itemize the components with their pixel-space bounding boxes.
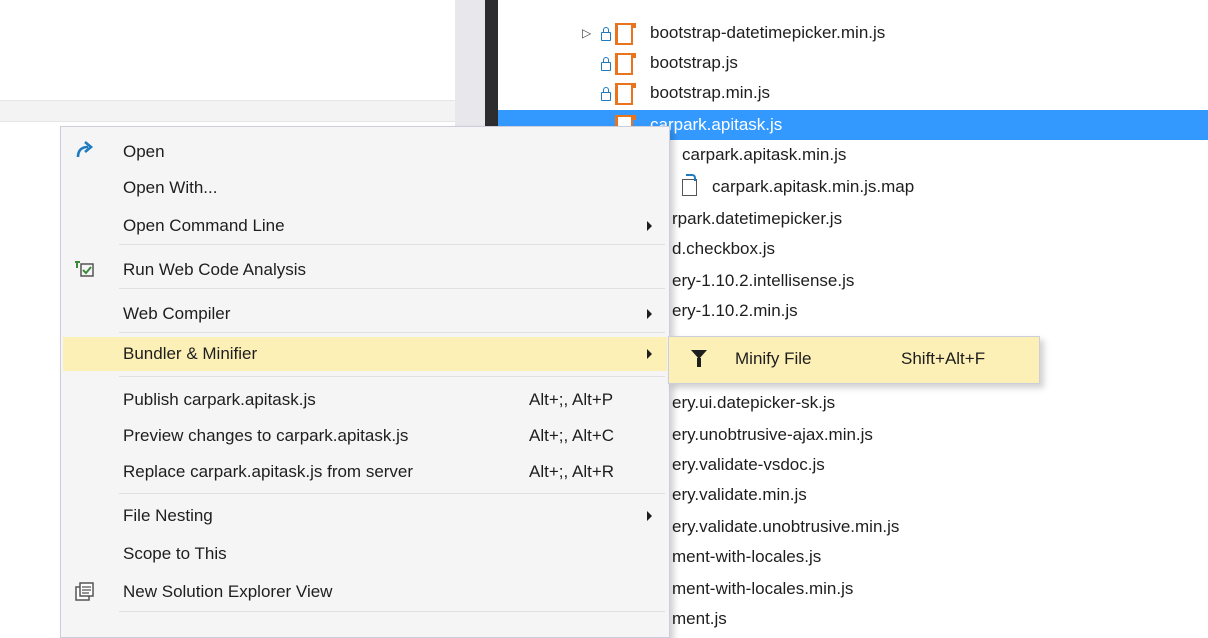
menu-item-open[interactable]: Open xyxy=(63,135,667,169)
code-analysis-icon xyxy=(75,261,94,277)
menu-separator xyxy=(119,493,665,494)
open-arrow-icon xyxy=(76,141,94,158)
tree-item-label: ery.validate.unobtrusive.min.js xyxy=(672,517,900,536)
menu-item-label: Run Web Code Analysis xyxy=(123,260,307,279)
js-file-icon xyxy=(615,23,636,45)
left-pane xyxy=(0,0,466,100)
menu-item-open-with[interactable]: Open With... xyxy=(63,171,667,205)
menu-item-shortcut: Alt+;, Alt+C xyxy=(529,426,615,445)
submenu-item-shortcut: Shift+Alt+F xyxy=(901,349,986,368)
tree-item-label: ery.ui.datepicker-sk.js xyxy=(672,393,836,412)
menu-separator xyxy=(119,376,665,377)
menu-item-preview-changes[interactable]: Preview changes to carpark.apitask.js Al… xyxy=(63,419,667,453)
tree-item-label: ment-with-locales.js xyxy=(672,547,822,566)
js-file-icon xyxy=(615,53,636,75)
menu-item-new-solution-explorer-view[interactable]: New Solution Explorer View xyxy=(63,575,667,609)
expand-triangle-icon[interactable]: ▷ xyxy=(582,18,591,48)
context-menu: Open Open With... Open Command Line Run … xyxy=(60,126,670,638)
tree-item[interactable]: ▷ bootstrap-datetimepicker.min.js xyxy=(498,18,1208,48)
menu-separator xyxy=(119,611,665,612)
menu-item-label: Open xyxy=(123,142,165,161)
menu-item-label: New Solution Explorer View xyxy=(123,582,333,601)
menu-item-label: Bundler & Minifier xyxy=(123,344,258,363)
tree-item-label: d.checkbox.js xyxy=(672,239,775,258)
menu-item-label: Scope to This xyxy=(123,544,227,563)
menu-item-web-compiler[interactable]: Web Compiler xyxy=(63,297,667,331)
menu-item-run-web-code-analysis[interactable]: Run Web Code Analysis xyxy=(63,253,667,287)
new-explorer-view-icon xyxy=(75,582,94,601)
tree-item-label: rpark.datetimepicker.js xyxy=(672,209,843,228)
menu-item-shortcut: Alt+;, Alt+P xyxy=(529,390,614,409)
menu-item-label: File Nesting xyxy=(123,506,213,525)
bundler-minifier-submenu: Minify File Shift+Alt+F xyxy=(668,336,1040,384)
menu-item-label: Open With... xyxy=(123,178,218,197)
menu-separator xyxy=(119,244,665,245)
menu-item-file-nesting[interactable]: File Nesting xyxy=(63,499,667,533)
tree-item-label: bootstrap-datetimepicker.min.js xyxy=(650,23,886,42)
menu-item-label: Open Command Line xyxy=(123,216,285,235)
menu-item-label: Preview changes to carpark.apitask.js xyxy=(123,426,409,445)
menu-item-bundler-minifier[interactable]: Bundler & Minifier xyxy=(63,337,667,371)
menu-item-label: Replace carpark.apitask.js from server xyxy=(123,462,414,481)
submenu-arrow-icon xyxy=(647,309,652,319)
tree-item-label: ment-with-locales.min.js xyxy=(672,579,854,598)
tree-item-label: ery.validate.min.js xyxy=(672,485,807,504)
menu-separator xyxy=(119,288,665,289)
menu-separator xyxy=(119,332,665,333)
tree-item-label: ment.js xyxy=(672,609,727,628)
tree-item-label: bootstrap.js xyxy=(650,53,738,72)
funnel-icon xyxy=(691,350,707,367)
tree-item-label: ery.unobtrusive-ajax.min.js xyxy=(672,425,873,444)
menu-item-publish[interactable]: Publish carpark.apitask.js Alt+;, Alt+P xyxy=(63,383,667,417)
lock-icon xyxy=(601,27,611,41)
tree-item-label: bootstrap.min.js xyxy=(650,83,770,102)
tree-item-label: carpark.apitask.min.js xyxy=(682,145,847,164)
menu-item-label: Web Compiler xyxy=(123,304,231,323)
submenu-arrow-icon xyxy=(647,511,652,521)
menu-item-replace-from-server[interactable]: Replace carpark.apitask.js from server A… xyxy=(63,455,667,489)
tree-item-label: carpark.apitask.min.js.map xyxy=(712,177,915,196)
menu-item-shortcut: Alt+;, Alt+R xyxy=(529,462,615,481)
tree-item[interactable]: bootstrap.min.js xyxy=(498,78,1208,108)
menu-item-label: Publish carpark.apitask.js xyxy=(123,390,316,409)
submenu-arrow-icon xyxy=(647,221,652,231)
tree-item-label: ery.validate-vsdoc.js xyxy=(672,455,825,474)
menu-item-scope-to-this[interactable]: Scope to This xyxy=(63,537,667,571)
tree-item-label: ery-1.10.2.min.js xyxy=(672,301,798,320)
map-file-icon xyxy=(682,174,697,196)
lock-icon xyxy=(601,57,611,71)
tree-item[interactable]: bootstrap.js xyxy=(498,48,1208,78)
submenu-item-minify-file[interactable]: Minify File xyxy=(735,349,812,369)
left-pane-toolbar-strip xyxy=(0,100,466,122)
js-file-icon xyxy=(615,83,636,105)
menu-item-open-command-line[interactable]: Open Command Line xyxy=(63,209,667,243)
submenu-arrow-icon xyxy=(647,349,652,359)
lock-icon xyxy=(601,87,611,101)
tree-item-label: ery-1.10.2.intellisense.js xyxy=(672,271,855,290)
